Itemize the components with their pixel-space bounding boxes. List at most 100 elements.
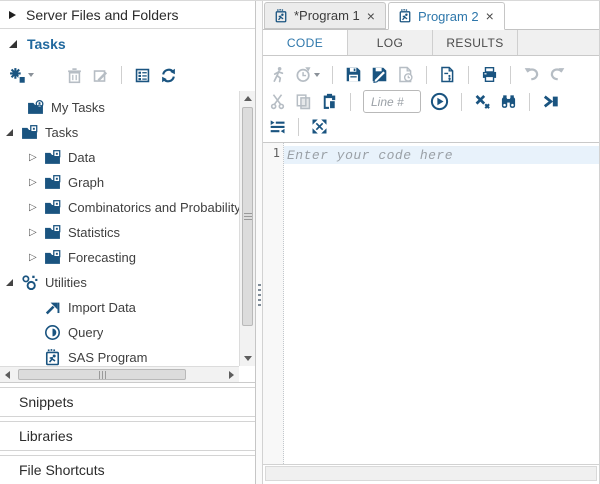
current-line-highlight: Enter your code here	[284, 146, 599, 164]
expander-collapsed-icon[interactable]: ▷	[29, 203, 44, 213]
find-replace-button[interactable]	[500, 93, 517, 110]
new-task-button[interactable]	[9, 67, 34, 84]
panel-splitter[interactable]	[256, 1, 263, 484]
tab-log[interactable]: LOG	[348, 30, 433, 55]
tab-code[interactable]: CODE	[263, 30, 348, 55]
clear-x-icon	[474, 93, 491, 110]
tree-item-data[interactable]: ▷ Data	[0, 145, 239, 170]
tab-label: Program 2	[418, 9, 479, 24]
redo-button[interactable]	[549, 66, 566, 83]
sas-program-icon	[398, 9, 412, 23]
tree-item-combinatorics[interactable]: ▷ Combinatorics and Probability	[0, 195, 239, 220]
section-file-shortcuts[interactable]: File Shortcuts	[0, 455, 255, 484]
code-area[interactable]: Enter your code here	[284, 143, 599, 464]
scroll-down-button[interactable]	[240, 351, 255, 366]
expander-collapsed-icon[interactable]: ▷	[29, 153, 44, 163]
toolbar-separator	[350, 93, 351, 111]
expander-expanded-icon[interactable]	[6, 279, 21, 286]
sas-program-icon	[274, 9, 288, 23]
run-icon	[269, 66, 286, 83]
print-button[interactable]	[481, 66, 498, 83]
vertical-scroll-thumb[interactable]	[242, 107, 253, 326]
toolbar-separator	[468, 66, 469, 84]
redo-icon	[549, 66, 566, 83]
scissors-icon	[269, 93, 286, 110]
scroll-right-button[interactable]	[224, 367, 239, 383]
toolbar-row-1	[269, 61, 593, 88]
folder-user-icon	[27, 99, 44, 116]
folder-lock-icon	[44, 174, 61, 191]
tab-program-1[interactable]: *Program 1 ×	[264, 2, 386, 29]
section-label: Snippets	[19, 394, 73, 410]
utilities-icon	[21, 274, 38, 291]
program-summary-button[interactable]	[439, 66, 456, 83]
tree-item-forecasting[interactable]: ▷ Forecasting	[0, 245, 239, 270]
tab-results[interactable]: RESULTS	[433, 30, 518, 55]
arrow-left-icon	[5, 371, 10, 379]
tree-item-my-tasks[interactable]: My Tasks	[0, 95, 239, 120]
format-code-button[interactable]	[269, 118, 286, 135]
tree-item-tasks[interactable]: Tasks	[0, 120, 239, 145]
maximize-view-button[interactable]	[311, 118, 328, 135]
tab-program-2[interactable]: Program 2 ×	[388, 2, 505, 30]
goto-line-button[interactable]	[430, 92, 449, 111]
new-task-icon	[9, 67, 26, 84]
horizontal-scroll-thumb[interactable]	[18, 369, 186, 380]
save-as-icon	[371, 66, 388, 83]
close-icon[interactable]: ×	[366, 9, 376, 23]
section-snippets[interactable]: Snippets	[0, 387, 255, 417]
enhanced-editor-button[interactable]	[542, 93, 559, 110]
expander-collapsed-icon[interactable]: ▷	[29, 253, 44, 263]
go-circle-icon	[430, 92, 449, 111]
program-tabstrip: *Program 1 × Program 2 ×	[263, 1, 599, 30]
paste-button[interactable]	[321, 93, 338, 110]
recover-button[interactable]	[397, 66, 414, 83]
tree-item-statistics[interactable]: ▷ Statistics	[0, 220, 239, 245]
tree-vertical-scrollbar[interactable]	[239, 91, 255, 366]
expander-collapsed-icon[interactable]: ▷	[29, 178, 44, 188]
folder-lock-icon	[44, 249, 61, 266]
save-as-button[interactable]	[371, 66, 388, 83]
section-label: Libraries	[19, 428, 73, 444]
section-tasks[interactable]: Tasks	[0, 29, 255, 59]
properties-button[interactable]	[134, 67, 151, 84]
toolbar-separator	[529, 93, 530, 111]
trash-icon	[66, 67, 83, 84]
tab-label: *Program 1	[294, 8, 360, 23]
cut-button[interactable]	[269, 93, 286, 110]
expander-expanded-icon[interactable]	[6, 129, 21, 136]
navigation-pane: Server Files and Folders Tasks	[0, 1, 256, 484]
code-editor[interactable]: 1 Enter your code here	[263, 143, 599, 465]
expander-collapsed-icon[interactable]: ▷	[29, 228, 44, 238]
edit-button[interactable]	[92, 67, 109, 84]
toolbar-separator	[298, 118, 299, 136]
section-server-files[interactable]: Server Files and Folders	[0, 1, 255, 29]
undo-icon	[523, 66, 540, 83]
clear-code-button[interactable]	[474, 93, 491, 110]
arrow-right-icon	[229, 371, 234, 379]
tree-item-sas-program[interactable]: SAS Program	[0, 345, 239, 366]
delete-button[interactable]	[66, 67, 83, 84]
scroll-left-button[interactable]	[0, 367, 15, 383]
section-libraries[interactable]: Libraries	[0, 421, 255, 451]
goto-line-input[interactable]	[363, 90, 421, 113]
tree-item-import-data[interactable]: Import Data	[0, 295, 239, 320]
toolbar-separator	[332, 66, 333, 84]
tree-item-graph[interactable]: ▷ Graph	[0, 170, 239, 195]
close-icon[interactable]: ×	[485, 9, 495, 23]
toolbar-separator	[461, 93, 462, 111]
refresh-button[interactable]	[160, 67, 177, 84]
undo-button[interactable]	[523, 66, 540, 83]
run-button[interactable]	[269, 66, 286, 83]
maximize-icon	[311, 118, 328, 135]
line-number: 1	[263, 146, 280, 160]
copy-button[interactable]	[295, 93, 312, 110]
tree-item-utilities[interactable]: Utilities	[0, 270, 239, 295]
tree-horizontal-scrollbar[interactable]	[0, 366, 239, 382]
tree-item-query[interactable]: Query	[0, 320, 239, 345]
page-clock-icon	[397, 66, 414, 83]
scroll-up-button[interactable]	[240, 91, 255, 106]
collapsed-arrow-icon	[9, 11, 16, 19]
submission-history-button[interactable]	[295, 66, 320, 83]
save-button[interactable]	[345, 66, 362, 83]
